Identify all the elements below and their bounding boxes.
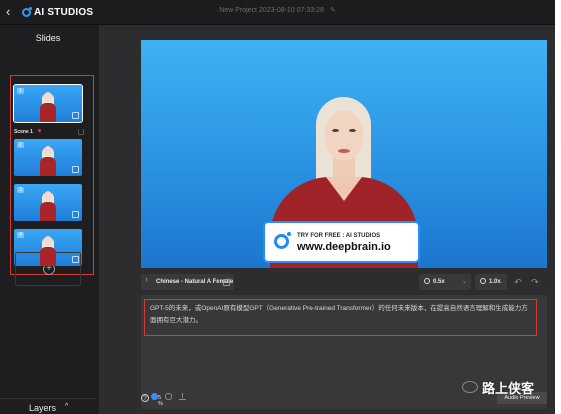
chevron-down-icon: ⌄: [461, 279, 467, 285]
voice-label: Chinese - Natural A Female: [156, 279, 234, 285]
progress-text: 5 %: [158, 395, 163, 407]
chevron-up-icon: ^: [65, 403, 69, 410]
voice-selector[interactable]: ᵗ Chinese - Natural A Female: [141, 274, 234, 290]
unsaved-dot-icon: [38, 129, 41, 132]
slide-number: 3: [17, 187, 24, 193]
script-text[interactable]: GPT-5的未来，或OpenAI原有模型GPT（Generative Pre-t…: [144, 299, 537, 336]
avatar-thumbnail: [40, 91, 56, 122]
avatar-thumbnail: [40, 145, 56, 176]
slide-thumbnail[interactable]: 1: [13, 84, 83, 123]
badge-tagline: TRY FOR FREE : AI STUDIOS: [297, 233, 381, 239]
pause-value: 0.5x: [433, 279, 445, 285]
speed-icon: [480, 278, 486, 284]
badge-url: www.deepbrain.io: [297, 241, 391, 253]
scene-row: Scene 1: [14, 128, 84, 136]
scene-label: Scene 1: [14, 129, 33, 135]
pause-duration-select[interactable]: 0.5x ⌄: [419, 274, 471, 290]
edit-icon[interactable]: [72, 211, 79, 218]
script-toolbar: ᵗ Chinese - Natural A Female 0.5x ⌄ 1.0x…: [141, 274, 547, 290]
clock-icon: [424, 278, 430, 284]
slide-number: 1: [17, 88, 24, 94]
deepbrain-logo-icon: [274, 232, 291, 249]
speed-select[interactable]: 1.0x ⌄: [475, 274, 507, 290]
watermark: 路上侠客: [462, 378, 534, 396]
video-canvas[interactable]: TRY FOR FREE : AI STUDIOS www.deepbrain.…: [141, 40, 547, 268]
chevron-down-icon: ⌄: [497, 279, 503, 285]
project-title-text: New Project 2023-08-10 07:33:28: [219, 7, 324, 14]
slide-thumbnail[interactable]: 2: [14, 139, 82, 176]
avatar-thumbnail: [40, 190, 56, 221]
ai-studios-editor: ‹ AI STUDIOS New Project 2023-08-10 07:3…: [0, 0, 561, 414]
editor-main: TRY FOR FREE : AI STUDIOS www.deepbrain.…: [99, 25, 555, 414]
upload-icon[interactable]: [179, 393, 186, 400]
slide-number: 4: [17, 232, 24, 238]
slide-list: 1 Scene 1 2 3 4: [10, 75, 94, 275]
avatar-gesture-icon[interactable]: [151, 393, 158, 400]
slides-sidebar: Slides 1 Scene 1 2 3 4 + Layers ^: [0, 25, 99, 414]
slides-title: Slides: [35, 33, 61, 43]
expand-icon: [223, 279, 230, 286]
layers-label: Layers: [29, 403, 57, 413]
layers-panel-toggle[interactable]: Layers ^: [0, 398, 96, 414]
slide-thumbnail[interactable]: 3: [14, 184, 82, 221]
edit-icon[interactable]: [72, 112, 79, 119]
trash-icon[interactable]: [78, 129, 84, 135]
microphone-icon[interactable]: [165, 393, 172, 400]
edit-icon[interactable]: ✎: [330, 6, 336, 14]
watermark-text: 路上侠客: [482, 380, 535, 396]
slide-number: 2: [17, 142, 24, 148]
edit-icon[interactable]: [72, 166, 79, 173]
undo-icon[interactable]: ↶: [511, 274, 525, 290]
script-actions: [151, 393, 186, 403]
wechat-icon: [462, 381, 478, 393]
project-title: New Project 2023-08-10 07:33:28 ✎: [0, 6, 555, 14]
language-icon: ᵗ: [146, 278, 148, 285]
help-icon[interactable]: ?: [141, 394, 149, 402]
top-bar: ‹ AI STUDIOS New Project 2023-08-10 07:3…: [0, 0, 555, 25]
avatar-thumbnail: [40, 235, 56, 266]
page-edge: [555, 0, 561, 414]
redo-icon[interactable]: ↷: [528, 274, 542, 290]
promo-badge: TRY FOR FREE : AI STUDIOS www.deepbrain.…: [263, 221, 420, 263]
